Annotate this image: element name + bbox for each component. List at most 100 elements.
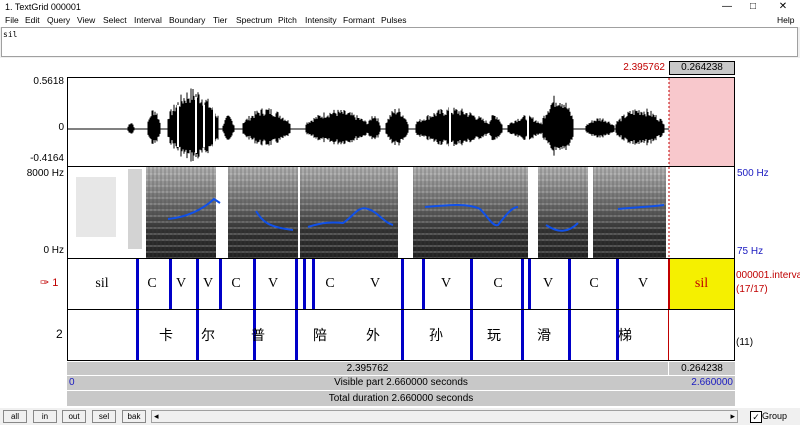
tier-1-interval-label: C xyxy=(231,276,241,291)
waveform-axis: 0.5618 0 -0.4164 xyxy=(2,76,66,166)
menu-help[interactable]: Help xyxy=(777,15,794,25)
selected-interval[interactable]: sil xyxy=(669,259,734,309)
tier-1-boundary[interactable] xyxy=(295,259,298,309)
selection-time-left: 2.395762 xyxy=(346,363,389,374)
total-duration-bar[interactable]: Total duration 2.660000 seconds xyxy=(67,391,735,406)
menu-bar: File Edit Query View Select Interval Bou… xyxy=(0,14,800,27)
zoom-out-button[interactable]: out xyxy=(62,410,86,423)
tier-2-interval-label: 外 xyxy=(366,328,380,344)
selection-duration: 0.264238 xyxy=(681,62,723,73)
selection-highlight xyxy=(669,78,734,166)
tier-1-boundary[interactable] xyxy=(136,259,139,309)
menu-file[interactable]: File xyxy=(5,15,19,25)
zoom-in-button[interactable]: in xyxy=(33,410,57,423)
group-label: Group xyxy=(762,411,788,421)
menu-pulses[interactable]: Pulses xyxy=(381,15,407,25)
visible-part-bar[interactable]: 0 Visible part 2.660000 seconds 2.660000 xyxy=(67,376,735,390)
menu-query[interactable]: Query xyxy=(47,15,70,25)
tier-2-interval-label: 梯 xyxy=(618,328,632,344)
tier-1-interval-label: V xyxy=(440,276,452,291)
zoom-selection-button[interactable]: sel xyxy=(92,410,116,423)
pitch-bottom-label: 75 Hz xyxy=(737,246,764,257)
selected-boundary[interactable] xyxy=(668,259,670,309)
tier-1-boundary[interactable] xyxy=(253,259,256,309)
selection-start-time: 2.395762 xyxy=(623,62,665,73)
tier-1-boundary[interactable] xyxy=(422,259,425,309)
tier-1-number: 1 xyxy=(52,277,59,289)
tier-2-count: (11) xyxy=(736,337,754,348)
menu-select[interactable]: Select xyxy=(103,15,127,25)
waveform-zero-label: 0 xyxy=(58,122,64,133)
group-checkbox[interactable]: ✓ xyxy=(750,411,762,423)
tier-1[interactable]: sil sil C V V C V C V V C V C V xyxy=(67,258,735,310)
waveform-max-label: 0.5618 xyxy=(33,76,64,87)
zoom-all-button[interactable]: all xyxy=(3,410,27,423)
total-duration-text: Total duration 2.660000 seconds xyxy=(328,393,474,404)
tier-1-count: (17/17) xyxy=(736,284,768,295)
tier-1-interval-label: C xyxy=(325,276,335,291)
tier-1-interval-label: C xyxy=(589,276,599,291)
tier-2-interval-label: 卡 xyxy=(159,328,173,344)
maximize-button[interactable]: □ xyxy=(741,0,765,14)
minimize-button[interactable]: — xyxy=(715,0,739,14)
menu-interval[interactable]: Interval xyxy=(134,15,162,25)
tier-2-boundary[interactable] xyxy=(295,310,298,360)
tier-1-interval-label: sil xyxy=(95,276,109,291)
selection-duration-cell[interactable]: 0.264238 xyxy=(669,61,735,75)
menu-view[interactable]: View xyxy=(77,15,95,25)
selection-time-bar[interactable]: 2.395762 xyxy=(67,362,668,375)
interval-text-field[interactable]: sil xyxy=(1,27,798,57)
tier-2-boundary[interactable] xyxy=(470,310,473,360)
spectrogram-bottom-label: 0 Hz xyxy=(43,245,64,256)
tier-2-interval-label: 玩 xyxy=(487,328,501,344)
tier-1-interval-label: V xyxy=(267,276,279,291)
menu-pitch[interactable]: Pitch xyxy=(278,15,297,25)
visible-part-text: Visible part 2.660000 seconds xyxy=(334,377,468,388)
close-button[interactable]: ✕ xyxy=(771,0,795,14)
tier-2-boundary[interactable] xyxy=(568,310,571,360)
tier-1-boundary[interactable] xyxy=(568,259,571,309)
tier-1-boundary[interactable] xyxy=(521,259,524,309)
tier-1-interval-label: C xyxy=(493,276,503,291)
menu-intensity[interactable]: Intensity xyxy=(305,15,337,25)
tier-1-boundary[interactable] xyxy=(616,259,619,309)
tier-2-interval-label: 滑 xyxy=(537,328,551,344)
tier-1-boundary[interactable] xyxy=(303,259,306,309)
tier-2-boundary[interactable] xyxy=(401,310,404,360)
tier-1-boundary[interactable] xyxy=(312,259,315,309)
tier-2-boundary[interactable] xyxy=(136,310,139,360)
spectrogram-texture xyxy=(228,167,298,258)
tier-2-cursor-line xyxy=(668,310,669,360)
tier-2[interactable]: 卡尔普陪外孙玩滑梯 xyxy=(67,310,735,361)
waveform-panel[interactable] xyxy=(67,77,735,167)
tier-2-interval-label: 陪 xyxy=(313,328,327,344)
spectrogram-panel[interactable] xyxy=(67,167,735,258)
tier-2-number[interactable]: 2 xyxy=(56,327,63,341)
tier-1-boundary[interactable] xyxy=(528,259,531,309)
window-title: 1. TextGrid 000001 xyxy=(5,2,81,12)
scroll-right-arrow-icon[interactable]: ▸ xyxy=(730,411,735,422)
tier-pointer-icon: ✑ xyxy=(40,277,50,289)
tier-1-interval-label: V xyxy=(175,276,187,291)
scroll-left-arrow-icon[interactable]: ◂ xyxy=(154,411,159,422)
menu-spectrum[interactable]: Spectrum xyxy=(236,15,272,25)
tier-1-number-area[interactable]: ✑ 1 xyxy=(40,276,64,290)
tier-1-interval-label: V xyxy=(542,276,554,291)
tier-1-boundary[interactable] xyxy=(470,259,473,309)
zoom-back-button[interactable]: bak xyxy=(122,410,146,423)
visible-end: 2.660000 xyxy=(691,377,733,388)
tier-2-interval-label: 普 xyxy=(251,328,265,344)
time-scrollbar[interactable]: ◂ ▸ xyxy=(151,410,738,423)
spectrogram-top-label: 8000 Hz xyxy=(26,168,64,179)
tier-1-name: 000001.interva xyxy=(736,270,800,281)
tier-1-interval-label: C xyxy=(147,276,157,291)
selection-duration-bar[interactable]: 0.264238 xyxy=(669,362,735,375)
menu-formant[interactable]: Formant xyxy=(343,15,375,25)
menu-edit[interactable]: Edit xyxy=(25,15,40,25)
tier-2-boundary[interactable] xyxy=(521,310,524,360)
menu-tier[interactable]: Tier xyxy=(213,15,227,25)
menu-boundary[interactable]: Boundary xyxy=(169,15,205,25)
spectrogram-texture xyxy=(413,167,528,258)
tier-1-interval-label: V xyxy=(637,276,649,291)
tier-1-boundary[interactable] xyxy=(401,259,404,309)
